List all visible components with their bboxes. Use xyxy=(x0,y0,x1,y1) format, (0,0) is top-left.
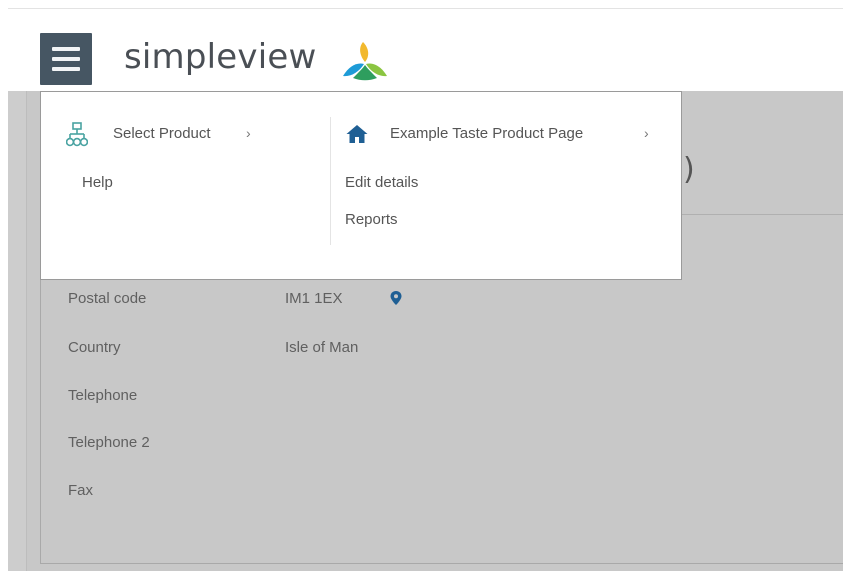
menu-bar-icon xyxy=(52,57,80,61)
edit-details-link[interactable]: Edit details xyxy=(345,174,418,191)
postal-code-value: IM1 1EX xyxy=(285,290,343,307)
help-link[interactable]: Help xyxy=(82,174,113,191)
column-divider xyxy=(330,117,331,245)
page-title-fragment: ) xyxy=(683,152,695,187)
menu-bar-icon xyxy=(52,47,80,51)
chevron-right-icon: › xyxy=(644,125,649,141)
map-pin-icon[interactable] xyxy=(389,290,403,306)
country-label: Country xyxy=(68,339,121,356)
sitemap-icon xyxy=(66,122,88,147)
navigation-dropdown: Select Product › Help Example Taste Prod… xyxy=(40,91,682,280)
app-header: simpleview xyxy=(0,9,843,91)
menu-button[interactable] xyxy=(40,33,92,85)
page-left-strip xyxy=(8,91,27,571)
title-divider xyxy=(681,214,843,215)
product-page-link[interactable]: Example Taste Product Page xyxy=(390,125,583,142)
reports-link[interactable]: Reports xyxy=(345,211,398,228)
chevron-right-icon: › xyxy=(246,125,251,141)
telephone-2-label: Telephone 2 xyxy=(68,434,150,451)
country-value: Isle of Man xyxy=(285,339,359,356)
telephone-label: Telephone xyxy=(68,387,138,404)
simpleview-logo-icon xyxy=(343,42,387,81)
select-product-link[interactable]: Select Product xyxy=(113,125,211,142)
fax-label: Fax xyxy=(68,482,94,499)
home-icon xyxy=(346,125,368,143)
postal-code-label: Postal code xyxy=(68,290,147,307)
menu-bar-icon xyxy=(52,67,80,71)
logo-text[interactable]: simpleview xyxy=(124,37,317,77)
